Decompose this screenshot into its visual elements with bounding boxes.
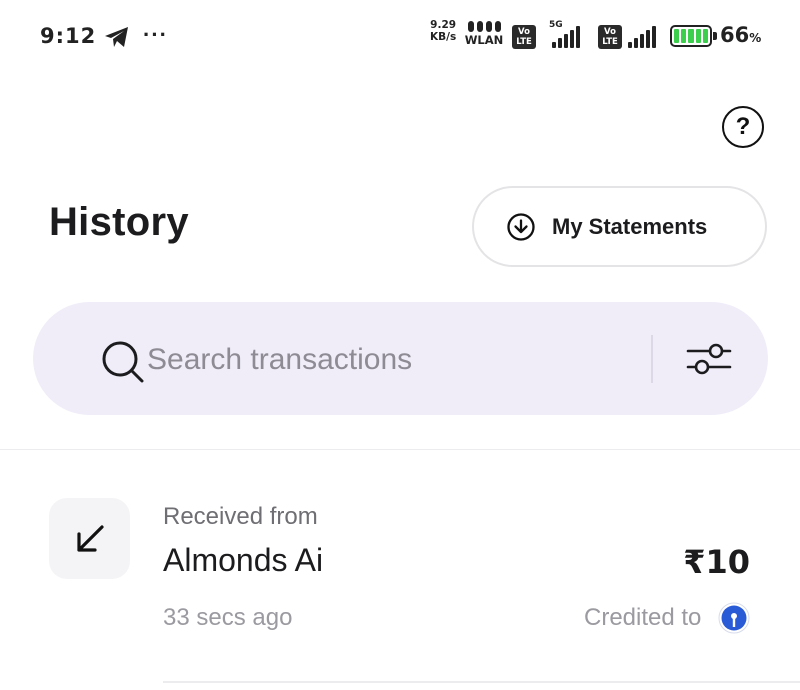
network-speed: 9.29 KB/s xyxy=(430,19,457,43)
signal-icon-2 xyxy=(628,26,656,48)
volte-badge-2: Vo LTE xyxy=(598,25,622,49)
transaction-direction-badge xyxy=(49,498,130,579)
battery-percent: 66% xyxy=(720,23,762,47)
bank-logo-icon xyxy=(718,602,750,634)
help-circle-icon: ? xyxy=(735,113,751,140)
wlan-label: WLAN xyxy=(464,33,504,47)
transaction-name[interactable]: Almonds Ai xyxy=(163,542,323,579)
signal-icon-1 xyxy=(552,26,580,48)
volte-badge-1: Vo LTE xyxy=(512,25,536,49)
telegram-icon xyxy=(105,27,128,47)
section-divider xyxy=(0,449,800,450)
search-input[interactable] xyxy=(147,336,627,384)
credited-to-label: Credited to xyxy=(584,604,702,631)
search-icon xyxy=(102,341,144,383)
transaction-time: 33 secs ago xyxy=(163,604,293,631)
download-circle-icon xyxy=(507,212,535,241)
wifi-icon: WLAN xyxy=(463,21,505,47)
page-title: History xyxy=(49,200,189,244)
filter-sliders-icon[interactable] xyxy=(686,340,732,378)
more-dots-icon: ··· xyxy=(143,22,168,47)
my-statements-button[interactable]: My Statements xyxy=(472,186,767,267)
arrow-down-left-icon xyxy=(76,524,104,552)
row-divider xyxy=(163,681,800,683)
battery-icon xyxy=(670,25,712,47)
transaction-type: Received from xyxy=(163,503,318,530)
search-divider xyxy=(651,335,653,383)
help-button[interactable]: ? xyxy=(722,106,764,148)
status-bar: 9:12 ··· 9.29 KB/s WLAN Vo LTE 5G Vo LTE… xyxy=(0,0,800,72)
my-statements-label: My Statements xyxy=(552,213,708,239)
battery-tip xyxy=(713,32,717,40)
transaction-amount: ₹10 xyxy=(683,543,750,581)
status-time: 9:12 xyxy=(40,24,97,48)
